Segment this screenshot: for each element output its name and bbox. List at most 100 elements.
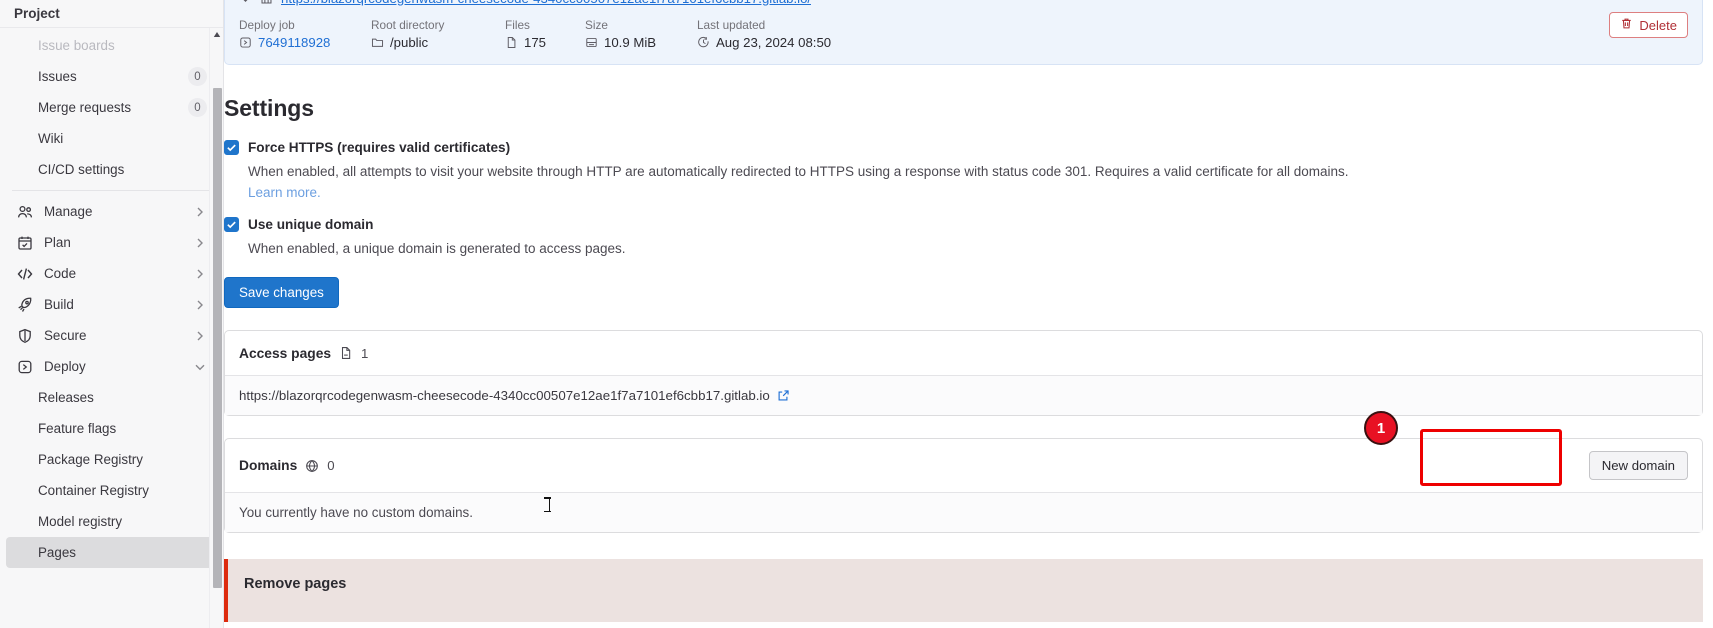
unique-domain-row: Use unique domain <box>224 215 1703 234</box>
meta-value[interactable]: 7649118928 <box>239 35 349 50</box>
access-pages-header: Access pages 1 <box>225 331 1702 375</box>
sidebar-item-label: Issue boards <box>38 38 115 53</box>
access-pages-url[interactable]: https://blazorqrcodegenwasm-cheesecode-4… <box>239 388 770 403</box>
deployment-url-link[interactable]: https://blazorqrcodegenwasm-cheesecode-4… <box>281 0 811 6</box>
deploy-icon <box>16 358 33 375</box>
sidebar-item-model-registry[interactable]: Model registry <box>6 506 217 537</box>
sidebar-item-label: Secure <box>44 328 87 343</box>
delete-deployment-button[interactable]: Delete <box>1609 12 1688 38</box>
sidebar-item-issue-boards[interactable]: Issue boards <box>6 30 217 61</box>
new-domain-button[interactable]: New domain <box>1588 451 1688 480</box>
sidebar-scrollbar[interactable] <box>209 28 223 628</box>
users-icon <box>16 203 33 220</box>
sidebar-item-build[interactable]: Build <box>6 289 217 320</box>
job-icon <box>239 36 252 49</box>
sidebar-item-cicd-settings[interactable]: CI/CD settings <box>6 154 217 185</box>
domains-title-group: Domains 0 <box>239 458 335 473</box>
meta-last-updated: Last updated Aug 23, 2024 08:50 <box>697 18 831 50</box>
pages-settings-container: https://blazorqrcodegenwasm-cheesecode-4… <box>224 0 1713 622</box>
sidebar-item-label: Code <box>44 266 77 281</box>
gitlab-pages-settings-page: Project Issue boards Issues 0 Merge requ… <box>0 0 1713 628</box>
domains-count: 0 <box>327 458 335 473</box>
access-pages-count: 1 <box>361 345 369 361</box>
folder-icon <box>371 36 384 49</box>
sidebar-item-label: Manage <box>44 204 93 219</box>
learn-more-link[interactable]: Learn more. <box>248 185 321 200</box>
sidebar-item-label: Plan <box>44 235 71 250</box>
force-https-label: Force HTTPS (requires valid certificates… <box>248 140 511 155</box>
force-https-description-text: When enabled, all attempts to visit your… <box>248 164 1349 179</box>
chevron-right-icon <box>193 205 207 219</box>
sidebar-scrollbar-thumb[interactable] <box>213 88 222 588</box>
shield-icon <box>16 327 33 344</box>
sidebar-item-manage[interactable]: Manage <box>6 196 217 227</box>
deployment-url-row[interactable]: https://blazorqrcodegenwasm-cheesecode-4… <box>239 0 1688 9</box>
sidebar-item-deploy[interactable]: Deploy <box>6 351 217 382</box>
chevron-right-icon <box>193 298 207 312</box>
files-count-value: 175 <box>524 35 547 50</box>
remove-pages-section: Remove pages <box>224 559 1703 622</box>
sidebar-item-plan[interactable]: Plan <box>6 227 217 258</box>
root-directory-value: /public <box>390 35 429 50</box>
chevron-right-icon <box>193 329 207 343</box>
sidebar-item-releases[interactable]: Releases <box>6 382 217 413</box>
sidebar-item-feature-flags[interactable]: Feature flags <box>6 413 217 444</box>
globe-icon <box>305 459 319 473</box>
domains-card: Domains 0 New domain You currently have … <box>224 438 1703 533</box>
deployment-metadata: Deploy job 7649118928 Root directory /pu… <box>239 18 1688 50</box>
calendar-icon <box>16 234 33 251</box>
scroll-up-arrow-icon[interactable] <box>213 31 221 39</box>
sidebar-item-issues[interactable]: Issues 0 <box>6 61 217 92</box>
save-changes-button[interactable]: Save changes <box>224 277 339 308</box>
check-icon <box>227 144 236 152</box>
page-title: Settings <box>224 95 314 121</box>
use-unique-domain-label: Use unique domain <box>248 217 374 232</box>
sidebar-item-container-registry[interactable]: Container Registry <box>6 475 217 506</box>
sidebar-item-label: Wiki <box>38 131 64 146</box>
sidebar-item-code[interactable]: Code <box>6 258 217 289</box>
meta-label: Files <box>505 18 530 32</box>
meta-size: Size 10.9 MiB <box>585 18 675 50</box>
merge-requests-count-badge: 0 <box>188 98 207 117</box>
force-https-checkbox[interactable] <box>224 140 239 155</box>
sidebar-item-label: Releases <box>38 390 94 405</box>
use-unique-domain-checkbox[interactable] <box>224 217 239 232</box>
sidebar-item-merge-requests[interactable]: Merge requests 0 <box>6 92 217 123</box>
chevron-right-icon <box>193 236 207 250</box>
sidebar-header: Project <box>0 0 223 28</box>
sidebar-item-label: Issues <box>38 69 77 84</box>
chevron-down-icon[interactable] <box>239 0 252 5</box>
meta-value: /public <box>371 35 483 50</box>
sidebar-divider <box>12 190 211 191</box>
sidebar-item-pages[interactable]: Pages <box>6 537 217 568</box>
sidebar-item-label: Model registry <box>38 514 123 529</box>
annotation-marker-label: 1 <box>1376 419 1386 437</box>
meta-value: Aug 23, 2024 08:50 <box>697 35 831 50</box>
access-pages-url-row[interactable]: https://blazorqrcodegenwasm-cheesecode-4… <box>239 388 1688 403</box>
deploy-job-id: 7649118928 <box>258 35 331 50</box>
external-link-icon[interactable] <box>777 389 790 402</box>
meta-value: 10.9 MiB <box>585 35 675 50</box>
disk-icon <box>585 36 598 49</box>
settings-section: Settings Force HTTPS (requires valid cer… <box>224 95 1713 622</box>
domains-body: You currently have no custom domains. <box>225 492 1702 532</box>
size-value: 10.9 MiB <box>604 35 657 50</box>
last-updated-value: Aug 23, 2024 08:50 <box>716 35 832 50</box>
sidebar-item-wiki[interactable]: Wiki <box>6 123 217 154</box>
access-pages-title: Access pages <box>239 345 332 361</box>
unique-domain-description: When enabled, a unique domain is generat… <box>248 241 626 256</box>
clock-icon <box>697 36 710 49</box>
sidebar-item-label: Deploy <box>44 359 86 374</box>
meta-value: 175 <box>505 35 563 50</box>
sidebar-item-secure[interactable]: Secure <box>6 320 217 351</box>
main-content: https://blazorqrcodegenwasm-cheesecode-4… <box>224 0 1713 628</box>
deployment-info-panel: https://blazorqrcodegenwasm-cheesecode-4… <box>224 0 1703 65</box>
meta-deploy-job: Deploy job 7649118928 <box>239 18 349 50</box>
file-icon <box>505 36 518 49</box>
sidebar-item-package-registry[interactable]: Package Registry <box>6 444 217 475</box>
issues-count-badge: 0 <box>188 67 207 86</box>
remove-pages-title: Remove pages <box>244 576 347 592</box>
sidebar-item-label: Package Registry <box>38 452 143 467</box>
domains-header: Domains 0 New domain <box>225 439 1702 492</box>
trash-icon <box>1620 17 1633 33</box>
